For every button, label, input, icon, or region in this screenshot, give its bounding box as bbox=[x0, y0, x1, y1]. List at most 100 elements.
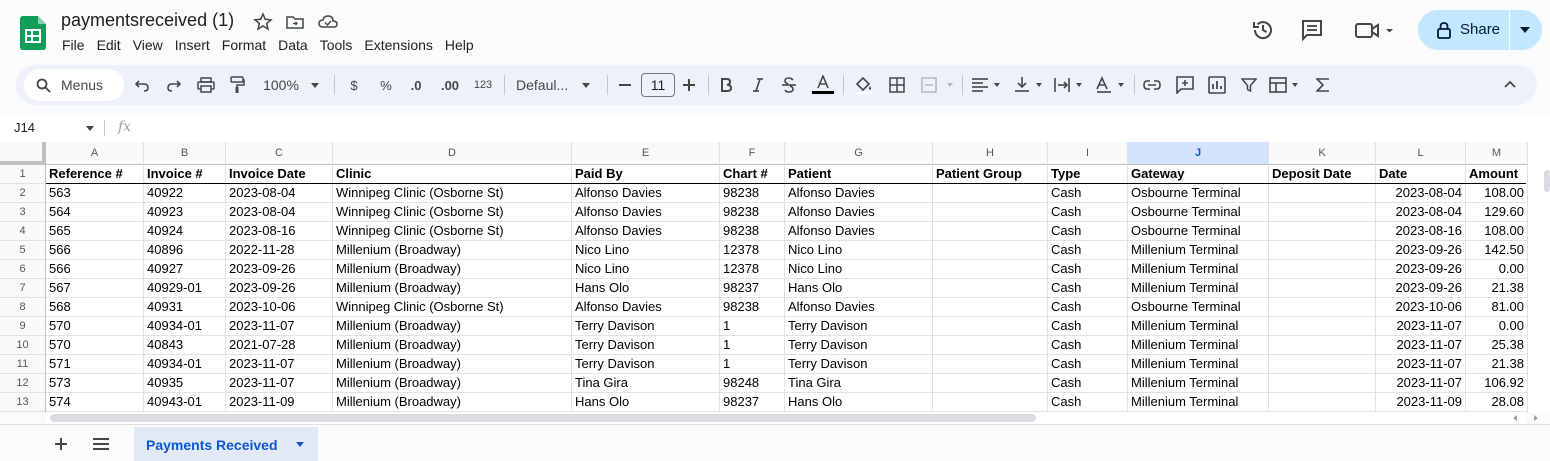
borders-icon[interactable] bbox=[889, 77, 905, 93]
table-cell[interactable]: Tina Gira bbox=[785, 374, 933, 393]
table-cell[interactable]: Millenium (Broadway) bbox=[333, 336, 572, 355]
row-header-12[interactable]: 12 bbox=[0, 374, 46, 393]
table-cell[interactable]: 2023-11-09 bbox=[226, 393, 333, 412]
table-cell[interactable]: Nico Lino bbox=[785, 260, 933, 279]
table-cell[interactable]: 98237 bbox=[720, 279, 785, 298]
column-header-g[interactable]: G bbox=[785, 142, 933, 165]
table-cell[interactable]: 0.00 bbox=[1466, 317, 1528, 336]
table-cell[interactable]: 40896 bbox=[144, 241, 226, 260]
text-wrapping-icon[interactable] bbox=[1053, 76, 1085, 94]
move-folder-icon[interactable] bbox=[285, 12, 307, 34]
table-cell[interactable]: 21.38 bbox=[1466, 279, 1528, 298]
column-header-j[interactable]: J bbox=[1128, 142, 1269, 165]
table-cell[interactable]: 81.00 bbox=[1466, 298, 1528, 317]
column-header-h[interactable]: H bbox=[933, 142, 1048, 165]
column-header-a[interactable]: A bbox=[46, 142, 144, 165]
table-cell[interactable]: 2023-10-06 bbox=[226, 298, 333, 317]
table-cell[interactable]: Terry Davison bbox=[785, 317, 933, 336]
table-cell[interactable]: 2023-09-26 bbox=[1376, 260, 1466, 279]
table-cell[interactable]: 2023-09-26 bbox=[1376, 241, 1466, 260]
table-cell[interactable]: Terry Davison bbox=[785, 336, 933, 355]
table-cell[interactable]: 2023-11-07 bbox=[226, 374, 333, 393]
table-cell[interactable]: Hans Olo bbox=[785, 279, 933, 298]
table-cell[interactable]: Cash bbox=[1048, 317, 1128, 336]
header-cell[interactable]: Invoice # bbox=[144, 165, 226, 184]
decrease-decimal-button[interactable]: .0 bbox=[405, 65, 427, 105]
table-cell[interactable]: Terry Davison bbox=[572, 355, 720, 374]
table-cell[interactable]: Alfonso Davies bbox=[572, 203, 720, 222]
table-cell[interactable]: Millenium Terminal bbox=[1128, 279, 1269, 298]
number-format-button[interactable]: 123 bbox=[471, 65, 495, 105]
increase-font-size-icon[interactable] bbox=[683, 79, 695, 91]
decrease-font-size-icon[interactable] bbox=[619, 84, 631, 86]
table-cell[interactable]: 2023-08-04 bbox=[226, 184, 333, 203]
table-cell[interactable]: 2023-08-16 bbox=[1376, 222, 1466, 241]
all-sheets-menu-icon[interactable] bbox=[93, 438, 109, 450]
table-cell[interactable]: 1 bbox=[720, 317, 785, 336]
table-cell[interactable]: 40934-01 bbox=[144, 355, 226, 374]
table-cell[interactable]: 570 bbox=[46, 317, 144, 336]
table-cell[interactable]: Osbourne Terminal bbox=[1128, 203, 1269, 222]
table-cell[interactable]: Osbourne Terminal bbox=[1128, 298, 1269, 317]
filter-icon[interactable] bbox=[1241, 77, 1257, 93]
table-cell[interactable] bbox=[1269, 203, 1376, 222]
table-cell[interactable]: 2023-08-04 bbox=[1376, 203, 1466, 222]
table-cell[interactable] bbox=[933, 355, 1048, 374]
row-header-1[interactable]: 1 bbox=[0, 165, 46, 184]
table-cell[interactable]: 570 bbox=[46, 336, 144, 355]
table-cell[interactable]: Osbourne Terminal bbox=[1128, 184, 1269, 203]
collapse-toolbar-icon[interactable] bbox=[1504, 80, 1516, 88]
table-cell[interactable]: 40843 bbox=[144, 336, 226, 355]
table-cell[interactable]: 108.00 bbox=[1466, 222, 1528, 241]
table-cell[interactable] bbox=[933, 203, 1048, 222]
menu-file[interactable]: File bbox=[62, 37, 91, 53]
header-cell[interactable]: Chart # bbox=[720, 165, 785, 184]
table-cell[interactable]: Millenium (Broadway) bbox=[333, 260, 572, 279]
table-cell[interactable]: 40924 bbox=[144, 222, 226, 241]
table-cell[interactable]: 12378 bbox=[720, 241, 785, 260]
table-cell[interactable]: 142.50 bbox=[1466, 241, 1528, 260]
menu-tools[interactable]: Tools bbox=[320, 37, 359, 53]
header-cell[interactable]: Paid By bbox=[572, 165, 720, 184]
table-cell[interactable]: 2023-10-06 bbox=[1376, 298, 1466, 317]
table-cell[interactable] bbox=[933, 260, 1048, 279]
table-cell[interactable]: Millenium Terminal bbox=[1128, 260, 1269, 279]
table-cell[interactable]: 566 bbox=[46, 260, 144, 279]
row-header-8[interactable]: 8 bbox=[0, 298, 46, 317]
menu-help[interactable]: Help bbox=[445, 37, 480, 53]
scroll-arrows-icon[interactable] bbox=[1510, 413, 1544, 423]
insert-chart-icon[interactable] bbox=[1208, 76, 1226, 94]
menu-extensions[interactable]: Extensions bbox=[364, 37, 438, 53]
table-cell[interactable]: 2023-09-26 bbox=[1376, 279, 1466, 298]
filter-views-icon[interactable] bbox=[1269, 76, 1301, 94]
header-cell[interactable]: Type bbox=[1048, 165, 1128, 184]
row-header-10[interactable]: 10 bbox=[0, 336, 46, 355]
table-cell[interactable]: Osbourne Terminal bbox=[1128, 222, 1269, 241]
header-cell[interactable]: Clinic bbox=[333, 165, 572, 184]
table-cell[interactable]: 568 bbox=[46, 298, 144, 317]
horizontal-align-icon[interactable] bbox=[971, 77, 1003, 93]
table-cell[interactable] bbox=[1269, 279, 1376, 298]
table-cell[interactable]: 1 bbox=[720, 355, 785, 374]
table-cell[interactable] bbox=[1269, 317, 1376, 336]
table-cell[interactable]: 2023-08-16 bbox=[226, 222, 333, 241]
increase-decimal-button[interactable]: .00 bbox=[437, 65, 463, 105]
table-cell[interactable]: 566 bbox=[46, 241, 144, 260]
cloud-status-icon[interactable] bbox=[317, 12, 339, 34]
name-box-dropdown-icon[interactable] bbox=[86, 126, 94, 131]
zoom-select[interactable]: 100% bbox=[258, 65, 324, 105]
sheet-tab-dropdown-icon[interactable] bbox=[296, 442, 304, 447]
table-cell[interactable] bbox=[933, 336, 1048, 355]
table-cell[interactable]: Millenium Terminal bbox=[1128, 355, 1269, 374]
table-cell[interactable]: 574 bbox=[46, 393, 144, 412]
table-cell[interactable]: 2023-11-07 bbox=[1376, 374, 1466, 393]
table-cell[interactable]: 106.92 bbox=[1466, 374, 1528, 393]
table-cell[interactable]: Terry Davison bbox=[572, 336, 720, 355]
insert-comment-icon[interactable] bbox=[1176, 76, 1194, 94]
header-cell[interactable]: Date bbox=[1376, 165, 1466, 184]
row-header-9[interactable]: 9 bbox=[0, 317, 46, 336]
table-cell[interactable]: Cash bbox=[1048, 184, 1128, 203]
print-icon[interactable] bbox=[197, 77, 215, 93]
row-header-11[interactable]: 11 bbox=[0, 355, 46, 374]
table-cell[interactable]: 40935 bbox=[144, 374, 226, 393]
